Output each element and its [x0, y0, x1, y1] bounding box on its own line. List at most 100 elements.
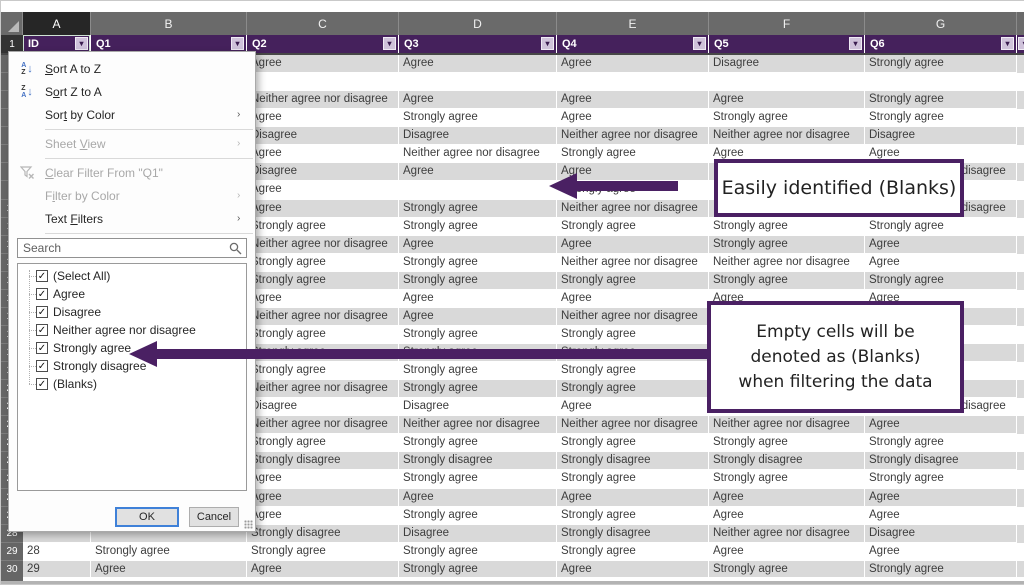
cell[interactable]: Agree: [865, 543, 1017, 561]
cell[interactable]: Strongly agree: [399, 272, 557, 290]
cell[interactable]: Agree: [399, 290, 557, 308]
checkbox-checked-icon[interactable]: ✓: [36, 270, 48, 282]
cell[interactable]: Strongly agree: [399, 218, 557, 236]
filter-checkbox-item-disagree[interactable]: ✓Disagree: [18, 303, 246, 321]
filter-dropdown-button-q2[interactable]: ▾: [383, 37, 396, 50]
cell[interactable]: Strongly disagree: [557, 525, 709, 543]
cell[interactable]: Agree: [865, 236, 1017, 254]
cell[interactable]: Neither agree nor disagree: [247, 91, 399, 109]
cell[interactable]: Disagree: [865, 127, 1017, 145]
cell[interactable]: Neither agree nor disagree: [247, 380, 399, 398]
cell[interactable]: Strongly agree: [399, 434, 557, 452]
cell[interactable]: Strongly disagree: [557, 452, 709, 470]
cell[interactable]: Agree: [247, 181, 399, 199]
checkbox-checked-icon[interactable]: ✓: [36, 306, 48, 318]
cancel-button[interactable]: Cancel: [189, 507, 239, 527]
filter-checkbox-item-neither-agree-nor-disagree[interactable]: ✓Neither agree nor disagree: [18, 321, 246, 339]
cell[interactable]: Agree: [247, 55, 399, 73]
row-number-29[interactable]: 29: [1, 543, 23, 561]
column-letter-C[interactable]: C: [247, 12, 399, 35]
cell[interactable]: Neither agree nor disagree: [557, 254, 709, 272]
cell[interactable]: Agree: [865, 507, 1017, 525]
cell[interactable]: Strongly agree: [709, 272, 865, 290]
cell[interactable]: Neither agree nor disagree: [709, 416, 865, 434]
column-letter-F[interactable]: F: [709, 12, 865, 35]
cell[interactable]: [399, 181, 557, 199]
cell[interactable]: Strongly disagree: [247, 525, 399, 543]
filter-dropdown-button-q5[interactable]: ▾: [849, 37, 862, 50]
cell[interactable]: Agree: [557, 55, 709, 73]
cell[interactable]: Agree: [865, 254, 1017, 272]
cell[interactable]: Agree: [399, 91, 557, 109]
cell[interactable]: Agree: [399, 163, 557, 181]
cell[interactable]: Neither agree nor disagree: [709, 254, 865, 272]
cell[interactable]: Strongly agree: [865, 272, 1017, 290]
cell[interactable]: Strongly agree: [865, 55, 1017, 73]
menu-item-text-filters[interactable]: Text Filters›: [9, 207, 255, 230]
cell[interactable]: Neither agree nor disagree: [557, 308, 709, 326]
cell[interactable]: Strongly agree: [399, 362, 557, 380]
cell[interactable]: Agree: [709, 91, 865, 109]
cell[interactable]: Strongly disagree: [709, 452, 865, 470]
ok-button[interactable]: OK: [115, 507, 179, 527]
cell[interactable]: Strongly agree: [399, 543, 557, 561]
cell[interactable]: Agree: [557, 163, 709, 181]
cell[interactable]: Agree: [399, 236, 557, 254]
cell[interactable]: Agree: [865, 489, 1017, 507]
cell[interactable]: Strongly agree: [557, 145, 709, 163]
cell[interactable]: Strongly agree: [247, 543, 399, 561]
column-letter-D[interactable]: D: [399, 12, 557, 35]
cell[interactable]: Agree: [709, 507, 865, 525]
cell[interactable]: Strongly disagree: [399, 452, 557, 470]
cell[interactable]: Strongly agree: [709, 470, 865, 488]
select-all-corner[interactable]: [1, 12, 23, 35]
cell[interactable]: Neither agree nor disagree: [709, 525, 865, 543]
cell[interactable]: Strongly agree: [709, 434, 865, 452]
cell[interactable]: Strongly agree: [709, 109, 865, 127]
cell[interactable]: Agree: [557, 290, 709, 308]
cell[interactable]: Strongly agree: [709, 236, 865, 254]
menu-item-sort-by-color[interactable]: Sort by Color›: [9, 103, 255, 126]
cell[interactable]: Strongly disagree: [247, 452, 399, 470]
cell[interactable]: [709, 73, 865, 91]
cell[interactable]: Agree: [399, 489, 557, 507]
filter-dropdown-button-id[interactable]: ▾: [75, 37, 88, 50]
cell[interactable]: Neither agree nor disagree: [399, 145, 557, 163]
cell[interactable]: Strongly agree: [557, 380, 709, 398]
cell[interactable]: Neither agree nor disagree: [399, 416, 557, 434]
cell[interactable]: [557, 73, 709, 91]
menu-item-sort-z-to-a[interactable]: ZA↓Sort Z to A: [9, 80, 255, 103]
cell[interactable]: Agree: [709, 489, 865, 507]
cell[interactable]: Agree: [247, 145, 399, 163]
cell[interactable]: Strongly agree: [865, 218, 1017, 236]
checkbox-checked-icon[interactable]: ✓: [36, 288, 48, 300]
cell[interactable]: Strongly agree: [557, 507, 709, 525]
cell[interactable]: Agree: [557, 109, 709, 127]
cell[interactable]: Agree: [247, 489, 399, 507]
checkbox-checked-icon[interactable]: ✓: [36, 342, 48, 354]
cell[interactable]: Disagree: [247, 398, 399, 416]
cell[interactable]: [399, 73, 557, 91]
cell[interactable]: Neither agree nor disagree: [557, 416, 709, 434]
cell[interactable]: Agree: [247, 507, 399, 525]
cell[interactable]: Agree: [557, 91, 709, 109]
cell[interactable]: Strongly agree: [865, 470, 1017, 488]
column-letter-E[interactable]: E: [557, 12, 709, 35]
checkbox-checked-icon[interactable]: ✓: [36, 378, 48, 390]
cell[interactable]: 28: [23, 543, 91, 561]
filter-dropdown-button-q6[interactable]: ▾: [1001, 37, 1014, 50]
cell[interactable]: Agree: [399, 308, 557, 326]
filter-checkbox-item--blanks-[interactable]: ✓(Blanks): [18, 375, 246, 393]
cell[interactable]: Strongly agree: [247, 272, 399, 290]
cell[interactable]: Strongly agree: [247, 218, 399, 236]
cell[interactable]: Strongly agree: [557, 362, 709, 380]
filter-dropdown-button-partial[interactable]: ▾: [1018, 37, 1024, 50]
cell[interactable]: [247, 73, 399, 91]
cell[interactable]: Agree: [557, 489, 709, 507]
cell[interactable]: Agree: [709, 543, 865, 561]
cell[interactable]: Strongly agree: [399, 200, 557, 218]
cell[interactable]: Agree: [247, 290, 399, 308]
filter-checkbox-item-agree[interactable]: ✓Agree: [18, 285, 246, 303]
cell[interactable]: [865, 73, 1017, 91]
cell[interactable]: Neither agree nor disagree: [247, 416, 399, 434]
